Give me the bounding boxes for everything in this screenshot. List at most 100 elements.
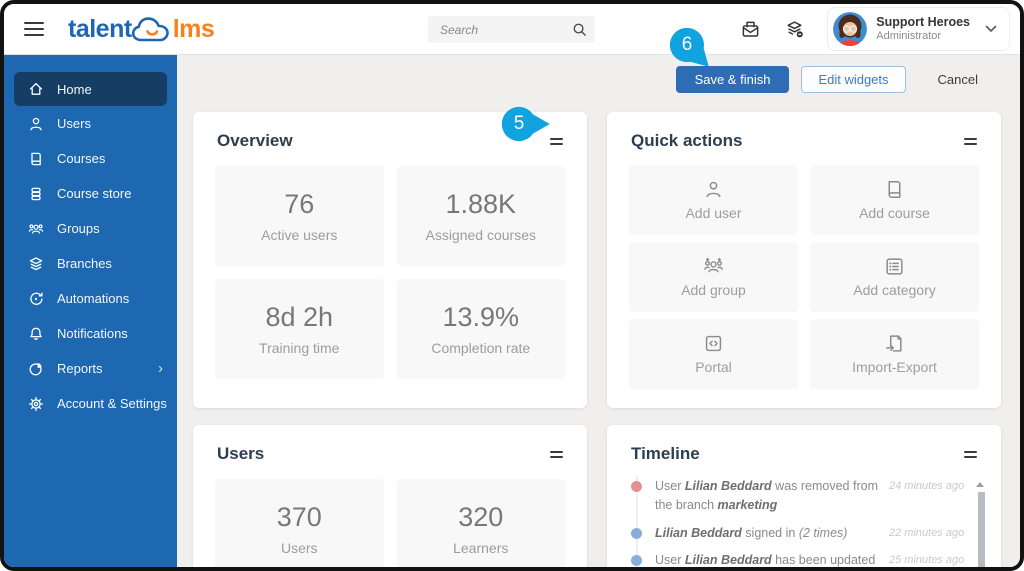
callout-number: 5 xyxy=(501,106,537,142)
app-window: talent lms xyxy=(0,0,1024,571)
add-category-icon xyxy=(884,256,905,277)
widget-title: Users xyxy=(217,444,264,464)
sidebar-item-notifications[interactable]: Notifications xyxy=(4,316,177,351)
stat-training-time: 8d 2h Training time xyxy=(215,279,384,379)
stat-value: 370 xyxy=(277,502,322,533)
sidebar-item-automations[interactable]: Automations xyxy=(4,281,177,316)
widget-drag-handle-icon[interactable] xyxy=(964,135,977,148)
timeline-entry-text: Lilian Beddard signed in (2 times) xyxy=(642,524,889,543)
quick-action-label: Add user xyxy=(685,205,741,221)
add-group-icon xyxy=(703,256,724,277)
stat-label: Assigned courses xyxy=(425,227,536,243)
logo-word-talent: talent xyxy=(68,15,132,44)
topbar-right-group: Support Heroes Administrator xyxy=(739,7,1020,51)
sidebar-item-courses[interactable]: Courses xyxy=(4,141,177,176)
search-icon[interactable] xyxy=(572,22,587,37)
quick-action-add-group[interactable]: Add group xyxy=(629,242,798,312)
sidebar-item-reports[interactable]: Reports › xyxy=(4,351,177,386)
sidebar-item-account-settings[interactable]: Account & Settings › xyxy=(4,386,177,421)
quick-action-portal[interactable]: Portal xyxy=(629,319,798,389)
quick-action-label: Import-Export xyxy=(852,359,937,375)
sidebar-item-users[interactable]: Users xyxy=(4,106,177,141)
app-logo[interactable]: talent lms xyxy=(68,13,214,45)
search-input[interactable] xyxy=(438,22,572,38)
timeline-entry: User Lilian Beddard was removed from the… xyxy=(631,477,981,515)
sidebar-item-groups[interactable]: Groups xyxy=(4,211,177,246)
stat-value: 1.88K xyxy=(445,189,516,220)
edit-widgets-button[interactable]: Edit widgets xyxy=(801,66,905,93)
timeline-list: User Lilian Beddard was removed from the… xyxy=(607,464,1001,567)
sidebar-item-label: Courses xyxy=(57,151,105,166)
quick-action-label: Add category xyxy=(853,282,936,298)
stat-label: Training time xyxy=(259,340,339,356)
sidebar-item-label: Home xyxy=(57,82,92,97)
tutorial-callout-6: 6 xyxy=(669,27,705,76)
store-icon xyxy=(28,186,44,202)
stat-completion-rate: 13.9% Completion rate xyxy=(397,279,566,379)
main-content: Save & finish Edit widgets Cancel Overvi… xyxy=(177,55,1020,567)
quick-action-add-user[interactable]: Add user xyxy=(629,165,798,235)
timeline-entry-text: User Lilian Beddard has been updated by … xyxy=(642,551,889,567)
users-widget: Users 370 Users 320 Learners xyxy=(193,425,587,567)
timeline-dot xyxy=(631,528,642,539)
messages-icon[interactable] xyxy=(739,18,761,40)
sidebar-item-home[interactable]: Home xyxy=(14,72,167,106)
home-icon xyxy=(28,81,44,97)
stat-active-users: 76 Active users xyxy=(215,166,384,266)
sidebar-item-label: Notifications xyxy=(57,326,128,341)
quick-action-import-export[interactable]: Import-Export xyxy=(810,319,979,389)
logo-word-lms: lms xyxy=(173,15,215,44)
pie-chart-icon xyxy=(28,361,44,377)
widget-drag-handle-icon[interactable] xyxy=(550,135,563,148)
top-bar: talent lms xyxy=(4,4,1020,55)
widget-title: Overview xyxy=(217,131,293,151)
add-user-icon xyxy=(703,179,724,200)
user-icon xyxy=(28,116,44,132)
quick-actions-widget: Quick actions Add user Add course Add gr… xyxy=(607,112,1001,408)
stat-label: Learners xyxy=(453,540,508,556)
bell-icon xyxy=(28,326,44,342)
chevron-down-icon xyxy=(985,25,997,33)
hamburger-menu-icon[interactable] xyxy=(24,22,44,36)
sidebar-item-branches[interactable]: Branches xyxy=(4,246,177,281)
timeline-dot xyxy=(631,555,642,566)
stat-value: 13.9% xyxy=(442,302,519,333)
quick-action-add-course[interactable]: Add course xyxy=(810,165,979,235)
widget-drag-handle-icon[interactable] xyxy=(964,448,977,461)
timeline-widget: Timeline User Lilian Beddard was removed… xyxy=(607,425,1001,567)
sidebar-item-course-store[interactable]: Course store xyxy=(4,176,177,211)
add-course-icon xyxy=(884,179,905,200)
sidebar-item-label: Reports xyxy=(57,361,103,376)
timeline-entry-time: 22 minutes ago xyxy=(889,524,981,539)
user-menu[interactable]: Support Heroes Administrator xyxy=(827,7,1010,51)
sidebar-item-label: Groups xyxy=(57,221,100,236)
stat-value: 8d 2h xyxy=(265,302,333,333)
overview-widget: Overview 76 Active users 1.88K Assigned … xyxy=(193,112,587,408)
branch-switch-icon[interactable] xyxy=(783,18,805,40)
search-box xyxy=(428,16,595,43)
groups-icon xyxy=(28,221,44,237)
scrollbar-thumb[interactable] xyxy=(978,492,985,567)
sidebar: Home Users Courses Course store Groups B… xyxy=(4,55,177,567)
callout-number: 6 xyxy=(669,27,705,63)
stat-label: Users xyxy=(281,540,318,556)
stat-users: 370 Users xyxy=(215,479,384,567)
stat-label: Completion rate xyxy=(431,340,530,356)
sidebar-item-label: Branches xyxy=(57,256,112,271)
portal-icon xyxy=(703,333,724,354)
widget-drag-handle-icon[interactable] xyxy=(550,448,563,461)
stat-learners: 320 Learners xyxy=(397,479,566,567)
automation-icon xyxy=(28,291,44,307)
quick-action-add-category[interactable]: Add category xyxy=(810,242,979,312)
quick-action-label: Add group xyxy=(681,282,746,298)
quick-action-label: Add course xyxy=(859,205,930,221)
widget-title: Timeline xyxy=(631,444,700,464)
scrollbar-up-arrow[interactable] xyxy=(976,482,984,487)
stat-value: 76 xyxy=(284,189,314,220)
import-export-icon xyxy=(884,333,905,354)
timeline-entry: User Lilian Beddard has been updated by … xyxy=(631,551,981,567)
timeline-entry-time: 24 minutes ago xyxy=(889,477,981,492)
sidebar-item-label: Automations xyxy=(57,291,129,306)
cancel-button[interactable]: Cancel xyxy=(934,66,982,93)
stat-assigned-courses: 1.88K Assigned courses xyxy=(397,166,566,266)
